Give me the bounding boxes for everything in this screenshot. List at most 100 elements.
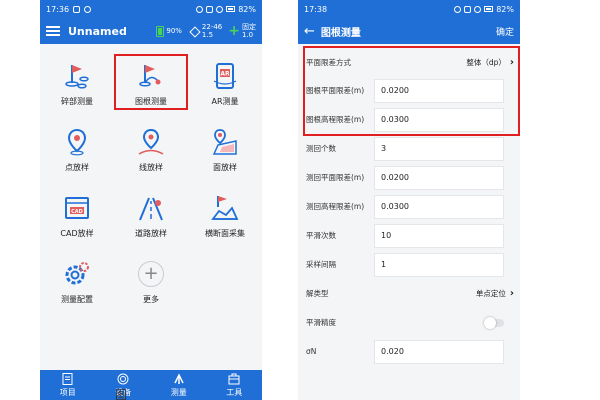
row-label: 平面限差方式 bbox=[306, 57, 351, 67]
app-bar: Unnamed 90% 22-46 1.5 + 固定 1.0 bbox=[40, 18, 262, 44]
grid-item-label: 点放样 bbox=[65, 163, 89, 172]
row-plane-tolerance-mode[interactable]: 平面限差方式 整体（dp） › bbox=[298, 48, 520, 76]
grid-item-label: 道路放样 bbox=[135, 229, 167, 238]
road-icon bbox=[135, 192, 167, 224]
row-label: 采样间隔 bbox=[306, 260, 336, 269]
fix-status: 固定 bbox=[242, 23, 256, 31]
plus-icon-wrap: + bbox=[135, 258, 167, 290]
settings-list: 平面限差方式 整体（dp） › 图根平面限差(m) 0.0200 图根高程限差(… bbox=[298, 44, 520, 366]
row-label: 图根高程限差(m) bbox=[306, 115, 365, 124]
sampling-interval-input[interactable]: 1 bbox=[374, 252, 504, 277]
area-stakeout-icon bbox=[209, 126, 241, 158]
smoothing-accuracy-toggle[interactable] bbox=[484, 316, 504, 329]
toolbox-icon bbox=[228, 373, 240, 385]
status-battery: 82% bbox=[496, 4, 514, 14]
row-smoothing-accuracy: 平滑精度 bbox=[298, 308, 520, 337]
receiver-indicators[interactable]: 90% 22-46 1.5 + 固定 1.0 bbox=[156, 23, 256, 39]
flag-point-icon bbox=[61, 60, 93, 92]
status-time: 17:38 bbox=[304, 4, 328, 14]
grid-item-survey-config[interactable]: 测量配置 bbox=[40, 252, 114, 308]
bottom-nav: 项目 设备 测量 工具 bbox=[40, 370, 262, 400]
back-arrow-icon[interactable]: ← bbox=[304, 25, 315, 38]
top-header: 17:38 82% ← 图根测量 确定 bbox=[298, 0, 520, 44]
round-plane-tolerance-input[interactable]: 0.0200 bbox=[374, 165, 504, 190]
grid-item-ar-survey[interactable]: AR AR测量 bbox=[188, 54, 262, 110]
document-icon bbox=[62, 372, 74, 385]
grid-item-control-survey[interactable]: 图根测量 bbox=[114, 54, 188, 110]
function-grid: 碎部测量 图根测量 AR AR测量 点放样 线放样 面放样 CAD CAD放样 … bbox=[40, 44, 262, 308]
nav-project[interactable]: 项目 bbox=[43, 372, 93, 398]
home-screen: 17:36 82% Unnamed 90% 22-46 1.5 + 固定 1.0… bbox=[40, 0, 262, 400]
row-label: σN bbox=[306, 347, 317, 356]
grid-item-area-stakeout[interactable]: 面放样 bbox=[188, 120, 262, 176]
screenshot-stage: 17:36 82% Unnamed 90% 22-46 1.5 + 固定 1.0… bbox=[0, 0, 600, 400]
figure-caption: 图 bbox=[115, 388, 128, 400]
device-icon bbox=[117, 373, 129, 385]
nav-label: 项目 bbox=[59, 387, 76, 397]
confirm-button[interactable]: 确定 bbox=[496, 25, 514, 38]
satellite-count: 22-46 bbox=[201, 23, 223, 31]
notification-icon bbox=[84, 5, 92, 13]
grid-item-more[interactable]: + 更多 bbox=[114, 252, 188, 308]
row-label: 测回平面限差(m) bbox=[306, 173, 365, 182]
nav-tools[interactable]: 工具 bbox=[209, 373, 259, 398]
row-label: 测回个数 bbox=[306, 144, 336, 153]
ar-phone-icon: AR bbox=[209, 60, 241, 92]
mute-icon bbox=[206, 5, 214, 13]
satellite-pdop: 1.5 bbox=[201, 31, 214, 39]
grid-item-label: AR测量 bbox=[211, 97, 239, 106]
control-survey-settings-screen: 17:38 82% ← 图根测量 确定 平面限差方式 整体（dp） › 图根平面… bbox=[298, 0, 520, 400]
grid-item-label: 面放样 bbox=[213, 163, 237, 172]
row-round-height-tolerance: 测回高程限差(m) 0.0300 bbox=[298, 192, 520, 221]
nav-label: 测量 bbox=[170, 387, 187, 397]
grid-item-line-stakeout[interactable]: 线放样 bbox=[114, 120, 188, 176]
gear-icon bbox=[61, 258, 93, 290]
row-label: 平滑次数 bbox=[306, 231, 336, 240]
control-height-tolerance-input[interactable]: 0.0300 bbox=[374, 107, 504, 132]
row-solution-type[interactable]: 解类型 单点定位 › bbox=[298, 279, 520, 308]
sigma-n-input[interactable]: 0.020 bbox=[374, 339, 504, 364]
cad-icon: CAD bbox=[61, 192, 93, 224]
grid-item-detail-survey[interactable]: 碎部测量 bbox=[40, 54, 114, 110]
grid-item-point-stakeout[interactable]: 点放样 bbox=[40, 120, 114, 176]
smoothing-count-input[interactable]: 10 bbox=[374, 223, 504, 248]
grid-item-cad-stakeout[interactable]: CAD CAD放样 bbox=[40, 186, 114, 242]
status-bar: 17:38 82% bbox=[298, 0, 520, 18]
row-sampling-interval: 采样间隔 1 bbox=[298, 250, 520, 279]
round-height-tolerance-input[interactable]: 0.0300 bbox=[374, 194, 504, 219]
row-control-height-tolerance: 图根高程限差(m) 0.0300 bbox=[298, 105, 520, 134]
cross-section-icon bbox=[209, 192, 241, 224]
row-value: 整体（dp） bbox=[466, 57, 506, 67]
grid-item-label: 图根测量 bbox=[135, 97, 167, 106]
status-battery: 82% bbox=[238, 4, 256, 14]
round-count-input[interactable]: 3 bbox=[374, 136, 504, 161]
svg-text:AR: AR bbox=[220, 71, 230, 78]
fix-cross-icon: + bbox=[228, 23, 240, 39]
grid-item-cross-section[interactable]: 横断面采集 bbox=[188, 186, 262, 242]
chevron-right-icon: › bbox=[509, 56, 514, 68]
grid-item-road-stakeout[interactable]: 道路放样 bbox=[114, 186, 188, 242]
bluetooth-icon bbox=[454, 5, 462, 13]
row-select[interactable]: 单点定位 › bbox=[476, 288, 514, 299]
row-select[interactable]: 整体（dp） › bbox=[466, 57, 514, 68]
battery-icon bbox=[484, 6, 494, 12]
row-smoothing-count: 平滑次数 10 bbox=[298, 221, 520, 250]
grid-item-label: 测量配置 bbox=[61, 295, 93, 304]
flag-control-icon bbox=[135, 60, 167, 92]
fix-precision: 1.0 bbox=[242, 31, 254, 39]
chevron-right-icon: › bbox=[509, 288, 514, 299]
status-bar: 17:36 82% bbox=[40, 0, 262, 18]
receiver-battery-pct: 90% bbox=[166, 27, 182, 35]
menu-icon[interactable] bbox=[46, 26, 60, 36]
top-header: 17:36 82% Unnamed 90% 22-46 1.5 + 固定 1.0 bbox=[40, 0, 262, 44]
nav-survey[interactable]: 测量 bbox=[154, 372, 204, 398]
row-label: 图根平面限差(m) bbox=[306, 86, 365, 95]
grid-item-label: 碎部测量 bbox=[61, 97, 93, 106]
row-sigma-n: σN 0.020 bbox=[298, 337, 520, 366]
page-title: 图根测量 bbox=[320, 27, 361, 39]
control-plane-tolerance-input[interactable]: 0.0200 bbox=[374, 78, 504, 103]
row-value: 单点定位 bbox=[475, 289, 506, 298]
grid-item-label: 横断面采集 bbox=[205, 229, 245, 238]
row-label: 测回高程限差(m) bbox=[306, 202, 365, 211]
row-label: 平滑精度 bbox=[306, 318, 336, 327]
